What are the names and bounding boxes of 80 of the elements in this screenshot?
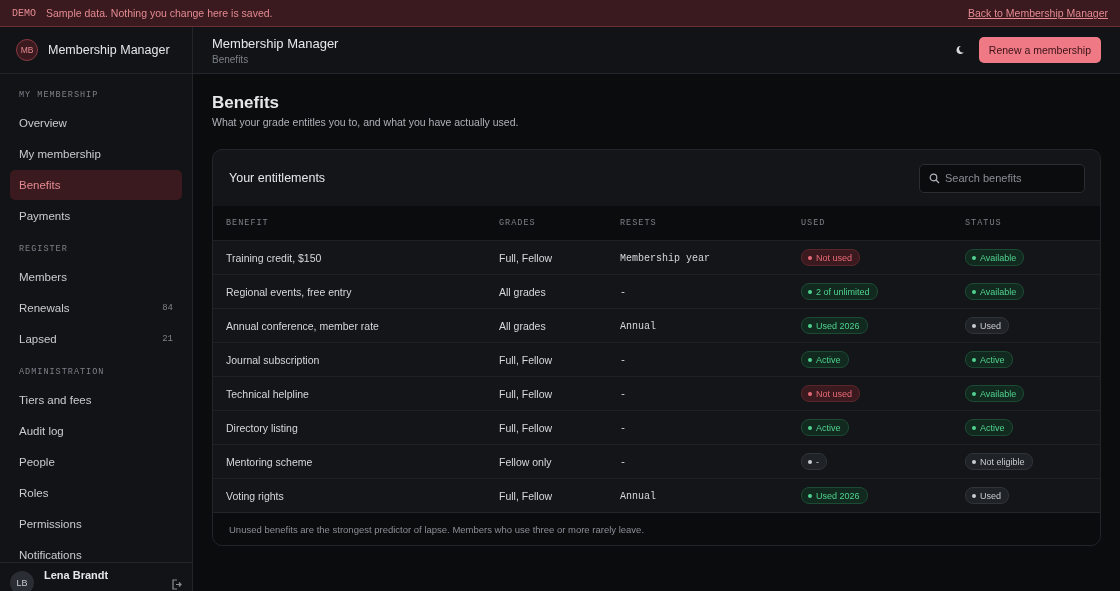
table-cell: Membership year xyxy=(620,253,710,264)
table-cell: Annual xyxy=(620,491,656,502)
sidebar-item[interactable]: Members xyxy=(10,262,182,292)
status-badge: Not used xyxy=(801,249,861,266)
table-cell: Journal subscription xyxy=(226,353,320,366)
status-badge: Active xyxy=(965,419,1013,436)
table-cell: - xyxy=(620,389,626,400)
table-cell: Full, Fellow xyxy=(499,251,553,264)
renew-button[interactable]: Renew a membership xyxy=(978,37,1101,63)
status-badge: Active xyxy=(801,351,849,368)
table-cell: Voting rights xyxy=(226,489,284,502)
table-cell: Annual conference, member rate xyxy=(226,319,379,332)
column-header: GRADES xyxy=(499,218,536,228)
status-badge: Available xyxy=(965,283,1025,300)
page-subtitle: What your grade entitles you to, and what you have actually used. xyxy=(212,116,520,128)
table-cell: Fellow only xyxy=(499,455,552,468)
status-badge: Used 2026 xyxy=(801,317,868,334)
sidebar-item[interactable]: Roles xyxy=(10,478,182,508)
sidebar-item[interactable]: Lapsed 21 xyxy=(10,324,182,354)
table-cell: Full, Fellow xyxy=(499,489,553,502)
user-avatar: LB xyxy=(10,571,34,591)
search-field[interactable]: Search benefits xyxy=(919,163,1085,193)
back-link[interactable]: Back to Membership Manager xyxy=(967,7,1108,19)
item-count: 84 xyxy=(162,303,173,313)
table-cell: - xyxy=(620,457,626,468)
table-cell: Technical helpline xyxy=(226,387,309,400)
status-badge: Used 2026 xyxy=(801,487,868,504)
section-heading: ADMINISTRATION xyxy=(18,366,106,379)
status-badge: Not used xyxy=(801,385,861,402)
table-cell: All grades xyxy=(499,285,546,298)
footnote: Unused benefits are the strongest predictor of lapse. Members who use three or more rarely leave. xyxy=(229,523,645,535)
sidebar-item[interactable]: Payments xyxy=(10,201,182,231)
card-title: Your entitlements xyxy=(229,171,326,185)
table-cell: Full, Fellow xyxy=(499,387,553,400)
sidebar-item[interactable]: Benefits xyxy=(10,170,182,200)
header-title: Membership Manager xyxy=(212,35,339,51)
logout-icon[interactable] xyxy=(171,579,182,590)
table-cell: Full, Fellow xyxy=(499,421,553,434)
table-cell: Annual xyxy=(620,321,656,332)
table-cell: Regional events, free entry xyxy=(226,285,352,298)
sidebar-item[interactable]: Audit log xyxy=(10,416,182,446)
status-badge: Used xyxy=(965,317,1009,334)
table-cell: Full, Fellow xyxy=(499,353,553,366)
sidebar-item[interactable]: My membership xyxy=(10,139,182,169)
column-header: RESETS xyxy=(620,218,657,228)
status-badge: - xyxy=(801,453,827,470)
sidebar-item[interactable]: Permissions xyxy=(10,509,182,539)
table-cell: - xyxy=(620,287,626,298)
section-heading: REGISTER xyxy=(18,243,69,256)
status-badge: Active xyxy=(801,419,849,436)
table-cell: Directory listing xyxy=(226,421,298,434)
status-badge: Active xyxy=(965,351,1013,368)
table-cell: - xyxy=(620,355,626,366)
sidebar-item[interactable]: Tiers and fees xyxy=(10,385,182,415)
table-cell: Mentoring scheme xyxy=(226,455,313,468)
banner-message: Sample data. Nothing you change here is saved. xyxy=(46,7,273,19)
sidebar-item[interactable]: Overview xyxy=(10,108,182,138)
status-badge: Available xyxy=(965,249,1025,266)
column-header: STATUS xyxy=(965,218,1002,228)
column-header: USED xyxy=(801,218,826,228)
status-badge: Not eligible xyxy=(965,453,1033,470)
page-title: Benefits xyxy=(212,93,281,113)
brand-avatar: MB xyxy=(16,39,38,61)
moon-icon[interactable] xyxy=(954,45,965,55)
item-count: 21 xyxy=(162,334,173,344)
section-heading: MY MEMBERSHIP xyxy=(18,89,100,102)
sidebar-item[interactable]: People xyxy=(10,447,182,477)
user-name: Lena Brandt xyxy=(44,569,109,583)
status-badge: 2 of unlimited xyxy=(801,283,878,300)
status-badge: Used xyxy=(965,487,1009,504)
table-cell: - xyxy=(620,423,626,434)
sidebar-item[interactable]: Renewals 84 xyxy=(10,293,182,323)
brand-name: Membership Manager xyxy=(48,43,170,57)
column-header: BENEFIT xyxy=(226,218,269,228)
sidebar-item[interactable]: Notifications xyxy=(10,540,182,562)
table-cell: All grades xyxy=(499,319,546,332)
breadcrumb: Benefits xyxy=(212,53,250,65)
status-badge: Available xyxy=(965,385,1025,402)
demo-tag: DEMO xyxy=(12,7,36,19)
table-cell: Training credit, $150 xyxy=(226,251,322,264)
